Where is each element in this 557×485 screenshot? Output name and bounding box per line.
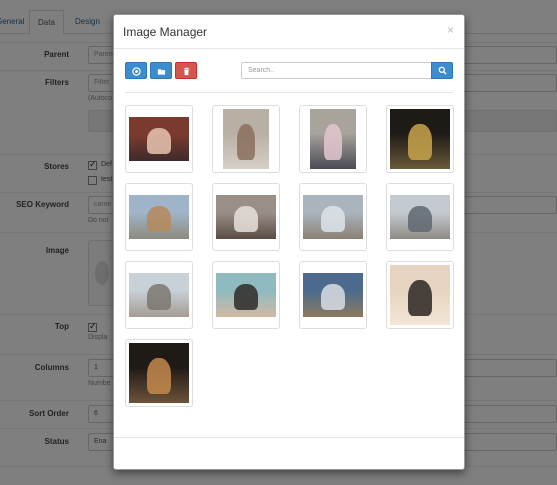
image-thumbnail-couple-dark[interactable]: [386, 105, 454, 173]
image-thumbnail-baby-portrait[interactable]: [125, 105, 193, 173]
image-subject: [234, 206, 258, 233]
search-input[interactable]: [241, 62, 431, 79]
image-photo: [390, 109, 450, 169]
image-thumbnail-child-on-sand[interactable]: [212, 183, 280, 251]
folder-icon: [157, 69, 165, 75]
new-folder-button[interactable]: [150, 62, 172, 79]
image-thumbnail-women-group[interactable]: [212, 261, 280, 329]
upload-button[interactable]: [125, 62, 147, 79]
modal-title: Image Manager: [123, 25, 208, 39]
search-icon: [438, 66, 447, 75]
modal-footer: [114, 437, 464, 438]
image-manager-modal: Image Manager ×: [113, 14, 465, 470]
modal-header: Image Manager ×: [114, 15, 464, 49]
image-thumbnail-cloudy-sky[interactable]: [299, 261, 367, 329]
upload-icon: [131, 67, 141, 76]
image-subject: [147, 128, 171, 155]
image-subject: [323, 124, 343, 160]
image-subject: [408, 206, 432, 233]
image-subject: [321, 206, 345, 233]
image-photo: [129, 273, 189, 317]
image-thumbnail-beach-shoreline[interactable]: [386, 183, 454, 251]
image-thumbnail-beach-building[interactable]: [125, 183, 193, 251]
image-subject: [147, 206, 171, 233]
image-thumbnail-beach-flat[interactable]: [125, 261, 193, 329]
image-photo: [303, 195, 363, 239]
image-photo: [310, 109, 356, 169]
image-thumbnail-girl-pink-dress[interactable]: [299, 105, 367, 173]
toolbar-divider: [125, 92, 453, 93]
image-subject: [236, 124, 256, 160]
image-thumbnail-girl-in-shop[interactable]: [212, 105, 280, 173]
image-photo: [216, 195, 276, 239]
delete-button[interactable]: [175, 62, 197, 79]
image-subject: [147, 284, 171, 311]
image-subject: [147, 358, 171, 394]
image-photo: [129, 195, 189, 239]
image-photo: [216, 273, 276, 317]
image-subject: [408, 124, 432, 160]
image-thumbnail-child-on-beach[interactable]: [299, 183, 367, 251]
image-photo: [129, 343, 189, 403]
image-subject: [234, 284, 258, 311]
image-photo: [390, 195, 450, 239]
image-photo: [223, 109, 269, 169]
close-icon[interactable]: ×: [447, 23, 454, 37]
image-photo: [303, 273, 363, 317]
search-button[interactable]: [431, 62, 453, 79]
image-photo: [129, 117, 189, 161]
image-thumbnail-group-selfie-dark[interactable]: [125, 339, 193, 407]
image-subject: [408, 280, 432, 316]
image-thumbnail-women-selfie[interactable]: [386, 261, 454, 329]
image-subject: [321, 284, 345, 311]
trash-icon: [183, 67, 189, 76]
image-photo: [390, 265, 450, 325]
